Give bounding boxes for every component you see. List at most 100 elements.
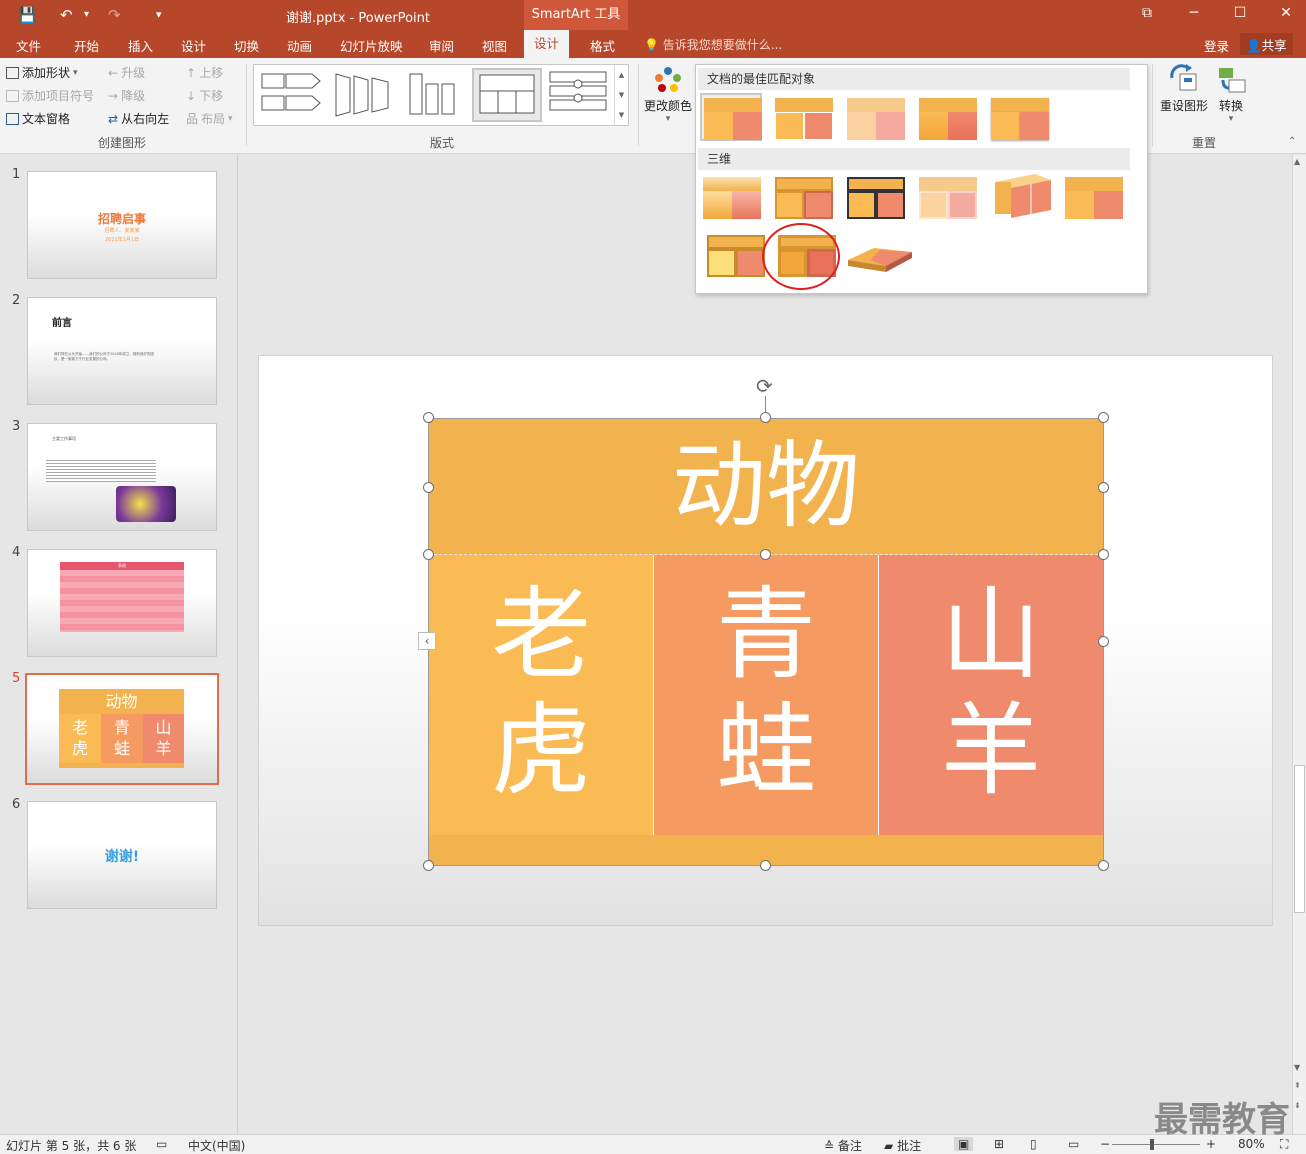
tab-view[interactable]: 视图: [482, 36, 507, 55]
tab-home[interactable]: 开始: [74, 36, 99, 55]
maximize-icon[interactable]: ☐: [1230, 5, 1250, 21]
rotate-handle-icon[interactable]: ⟳: [756, 374, 773, 398]
text-pane-button[interactable]: 文本窗格: [6, 110, 70, 127]
layout-option-2[interactable]: [330, 68, 400, 122]
undo-icon[interactable]: ↶: [60, 6, 73, 24]
slideshow-view-icon[interactable]: ▭: [1068, 1137, 1079, 1151]
add-bullet-button[interactable]: 添加项目符号: [6, 87, 94, 104]
right-to-left-button[interactable]: ⇄ 从右向左: [108, 110, 169, 127]
tab-smartart-format[interactable]: 格式: [590, 36, 615, 55]
minimize-icon[interactable]: ─: [1184, 5, 1204, 21]
vertical-scrollbar[interactable]: ▲ ▼ ⇞ ⇟: [1292, 155, 1306, 1134]
style-3d-brick-scene[interactable]: [991, 170, 1053, 218]
resize-handle[interactable]: [1098, 412, 1109, 423]
slide-thumbnail-1[interactable]: 招聘启事 招聘人：某某某 2021年1月1日: [27, 171, 217, 279]
resize-handle[interactable]: [760, 860, 771, 871]
style-moderate-effect[interactable]: [917, 95, 979, 143]
style-3d-polished[interactable]: [701, 174, 763, 222]
style-3d-birds-eye-scene[interactable]: [846, 234, 912, 282]
save-icon[interactable]: 💾: [18, 6, 37, 24]
resize-handle[interactable]: [423, 549, 434, 560]
smartart-cell-goat[interactable]: 山羊: [878, 555, 1103, 835]
gallery-up-icon[interactable]: ▲: [615, 65, 628, 85]
slide-thumbnail-3[interactable]: 主要工作事项: [27, 423, 217, 531]
share-button[interactable]: 👤共享: [1240, 33, 1293, 55]
move-down-button[interactable]: ↓ 下移: [186, 87, 223, 104]
gallery-down-icon[interactable]: ▼: [615, 85, 628, 105]
resize-handle[interactable]: [1098, 860, 1109, 871]
convert-button[interactable]: 转换 ▾: [1212, 64, 1250, 124]
zoom-slider[interactable]: [1112, 1144, 1200, 1145]
smartart-header-shape[interactable]: 动物: [429, 419, 1103, 555]
collapse-ribbon-icon[interactable]: ⌃: [1288, 136, 1296, 147]
layout-option-4-selected[interactable]: [472, 68, 542, 122]
add-shape-button[interactable]: 添加形状 ▾: [6, 64, 78, 81]
slide-thumbnail-6[interactable]: 谢谢!: [27, 801, 217, 909]
login-link[interactable]: 登录: [1204, 36, 1229, 55]
tab-design[interactable]: 设计: [181, 36, 206, 55]
text-pane-toggle-icon[interactable]: ‹: [418, 632, 436, 650]
resize-handle[interactable]: [423, 412, 434, 423]
style-3d-inset[interactable]: [773, 174, 835, 222]
notes-button[interactable]: ≙ 备注: [824, 1137, 862, 1154]
resize-handle[interactable]: [423, 860, 434, 871]
resize-handle[interactable]: [760, 412, 771, 423]
tab-review[interactable]: 审阅: [429, 36, 454, 55]
promote-button[interactable]: ← 升级: [108, 64, 145, 81]
style-white-outline[interactable]: [773, 95, 835, 143]
layout-option-3[interactable]: [402, 68, 472, 122]
bullet-icon: [6, 89, 19, 102]
slide-number: 1: [12, 167, 21, 182]
demote-button[interactable]: → 降级: [108, 87, 145, 104]
scroll-down-icon[interactable]: ▼: [1294, 1063, 1300, 1072]
resize-handle[interactable]: [423, 482, 434, 493]
tab-animations[interactable]: 动画: [287, 36, 312, 55]
scroll-up-icon[interactable]: ▲: [1294, 157, 1300, 166]
undo-dropdown-icon[interactable]: ▾: [84, 9, 89, 20]
change-colors-button[interactable]: 更改颜色 ▾: [642, 66, 694, 124]
tab-file[interactable]: 文件: [16, 36, 41, 55]
smartart-cell-frog[interactable]: 青蛙: [653, 555, 878, 835]
resize-handle[interactable]: [1098, 482, 1109, 493]
gallery-more-icon[interactable]: ▼: [615, 105, 628, 125]
spell-check-icon[interactable]: ▭: [156, 1137, 167, 1151]
redo-icon[interactable]: ↷: [108, 6, 121, 24]
gallery-scrollbar[interactable]: ▲ ▼ ▼: [614, 65, 628, 125]
style-3d-flat-scene[interactable]: [705, 232, 767, 280]
language-status[interactable]: 中文(中国): [188, 1137, 245, 1154]
style-3d-cartoon[interactable]: [845, 174, 907, 222]
slide-thumbnail-5-current[interactable]: 动物 老虎 青蛙 山羊: [25, 673, 219, 785]
style-simple-fill[interactable]: [700, 93, 762, 141]
ribbon-display-options-icon[interactable]: ⧉: [1137, 5, 1157, 21]
resize-handle[interactable]: [760, 549, 771, 560]
reset-graphic-button[interactable]: 重设图形: [1158, 64, 1210, 114]
tell-me-search[interactable]: 💡 告诉我您想要做什么...: [644, 36, 782, 53]
layout-option-5[interactable]: [544, 68, 614, 122]
reading-view-icon[interactable]: ▯: [1030, 1137, 1037, 1151]
slide-thumbnail-2[interactable]: 前言 我们现在从头开始……我们的公司于2016年成立，拥有良好的团队，是一家致力…: [27, 297, 217, 405]
next-slide-icon[interactable]: ⇟: [1294, 1101, 1301, 1110]
scrollbar-thumb[interactable]: [1294, 765, 1305, 913]
customize-quick-access-icon[interactable]: ▾: [156, 8, 162, 21]
style-3d-sunset-scene[interactable]: [1063, 174, 1125, 222]
comments-button[interactable]: ▰ 批注: [884, 1137, 921, 1154]
layout-button[interactable]: 品布局 ▾: [186, 110, 233, 127]
resize-handle[interactable]: [1098, 549, 1109, 560]
layout-option-1[interactable]: [258, 68, 328, 122]
tab-transitions[interactable]: 切换: [234, 36, 259, 55]
smartart-cell-tiger[interactable]: 老虎: [429, 555, 653, 835]
tab-smartart-design[interactable]: 设计: [524, 30, 570, 58]
tab-slideshow[interactable]: 幻灯片放映: [340, 36, 403, 55]
close-icon[interactable]: ✕: [1276, 5, 1296, 21]
zoom-out-icon[interactable]: −: [1100, 1137, 1110, 1151]
slide-sorter-icon[interactable]: ⊞: [994, 1137, 1004, 1151]
tab-insert[interactable]: 插入: [128, 36, 153, 55]
style-intense-effect[interactable]: [989, 95, 1051, 143]
previous-slide-icon[interactable]: ⇞: [1294, 1081, 1301, 1090]
resize-handle[interactable]: [1098, 636, 1109, 647]
move-up-button[interactable]: ↑ 上移: [186, 64, 223, 81]
slide-thumbnail-4[interactable]: 表格: [27, 549, 217, 657]
normal-view-icon[interactable]: ▣: [954, 1137, 974, 1151]
style-subtle-effect[interactable]: [845, 95, 907, 143]
style-3d-powder[interactable]: [917, 174, 979, 222]
